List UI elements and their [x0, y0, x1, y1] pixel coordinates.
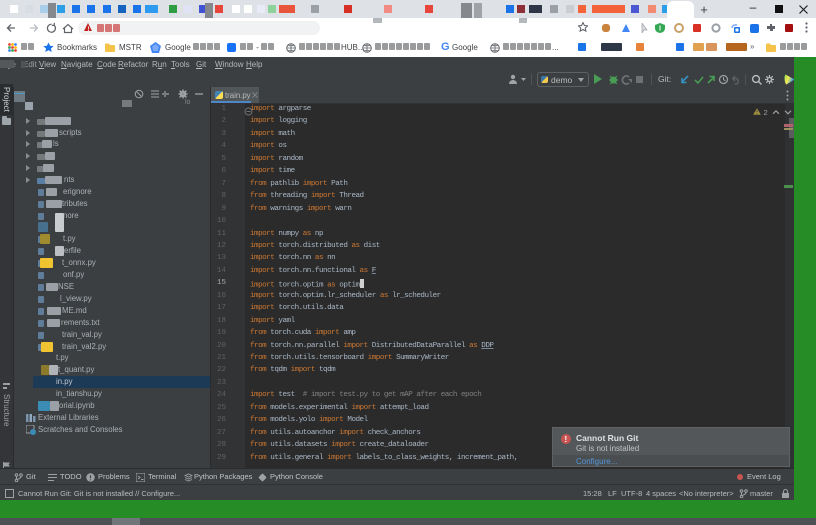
svg-text:2: 2 [764, 108, 768, 117]
